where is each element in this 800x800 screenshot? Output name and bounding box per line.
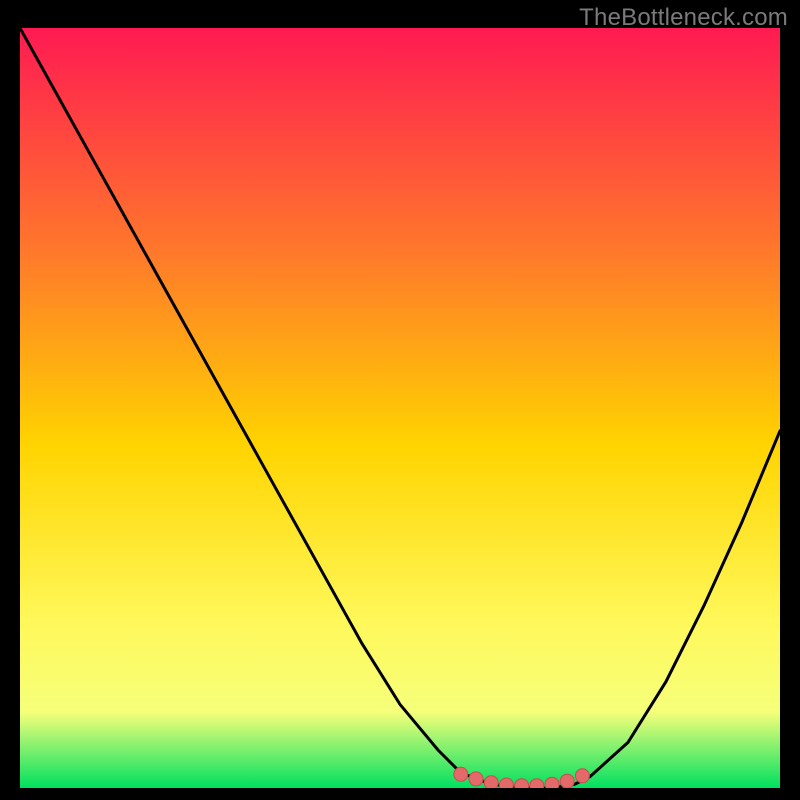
chart-frame <box>20 28 780 788</box>
marker-dot <box>560 774 574 788</box>
marker-dot <box>454 767 468 781</box>
marker-dot <box>575 769 589 783</box>
marker-dot <box>545 777 559 788</box>
gradient-background <box>20 28 780 788</box>
marker-dot <box>515 779 529 788</box>
marker-dot <box>530 779 544 788</box>
marker-dot <box>499 778 513 788</box>
marker-dot <box>484 776 498 788</box>
marker-dot <box>469 772 483 786</box>
bottleneck-chart <box>20 28 780 788</box>
